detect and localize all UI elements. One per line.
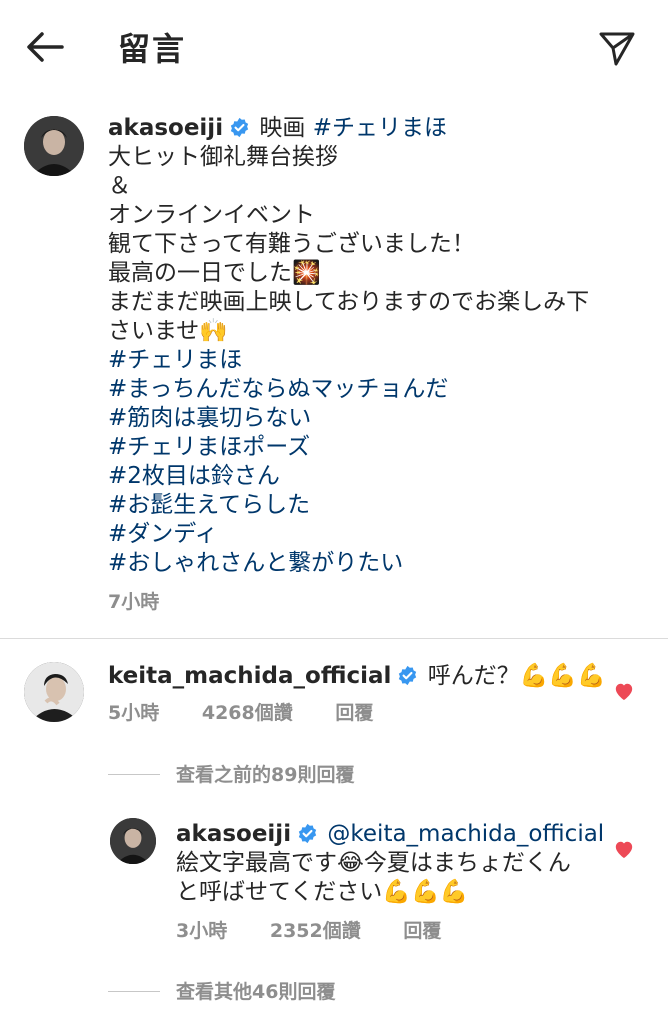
post-username[interactable]: akasoeiji: [108, 115, 223, 141]
divider: [108, 774, 160, 775]
hashtag-link[interactable]: #お髭生えてらした: [108, 491, 648, 520]
caption-line: オンラインイベント: [108, 202, 315, 228]
like-count[interactable]: 2352個讚: [270, 920, 361, 942]
verified-badge-icon: [229, 117, 250, 138]
reply-text-line: 絵文字最高です😂今夏はまちょだくん: [176, 850, 571, 876]
hashtag-link[interactable]: #2枚目は鈴さん: [108, 462, 648, 491]
hashtag-link[interactable]: #チェリまほポーズ: [108, 433, 648, 462]
comment-username[interactable]: keita_machida_official: [108, 663, 391, 689]
comment-text: 呼んだ？💪💪💪: [427, 663, 606, 689]
heart-icon[interactable]: [613, 681, 635, 701]
avatar[interactable]: [24, 116, 84, 176]
avatar[interactable]: [24, 662, 84, 722]
view-more-replies-label: 查看其他46則回覆: [176, 981, 336, 1003]
reply-username[interactable]: akasoeiji: [176, 821, 291, 847]
mention-link[interactable]: @keita_machida_official: [327, 821, 604, 847]
hashtag-link[interactable]: #チェリまほ: [313, 115, 447, 141]
view-previous-replies[interactable]: 查看之前的89則回覆: [108, 760, 354, 787]
comment-timestamp: 5小時: [108, 702, 160, 724]
page-title: 留言: [118, 30, 187, 68]
verified-badge-icon: [297, 823, 318, 844]
caption-line: ＆: [108, 173, 131, 199]
reply-timestamp: 3小時: [176, 920, 228, 942]
hashtag-link[interactable]: #ダンディ: [108, 520, 648, 549]
post-caption: akasoeiji 映画 #チェリまほ 大ヒット御礼舞台挨拶 ＆ オンラインイベ…: [108, 114, 648, 617]
top-bar: 留言: [0, 0, 668, 92]
view-previous-replies-label: 查看之前的89則回覆: [176, 764, 355, 786]
caption-line: まだまだ映画上映しておりますのでお楽しみ下: [108, 289, 590, 315]
post-timestamp: 7小時: [108, 591, 160, 613]
comment: keita_machida_official 呼んだ？💪💪💪 5小時 4268個…: [108, 662, 608, 728]
caption-line: さいませ🙌: [108, 318, 228, 344]
divider: [108, 991, 160, 992]
caption-text: 映画: [259, 115, 306, 141]
reply-comment: akasoeiji @keita_machida_official 絵文字最高で…: [176, 820, 606, 946]
hashtag-link[interactable]: #おしゃれさんと繋がりたい: [108, 549, 648, 578]
reply-button[interactable]: 回覆: [403, 920, 441, 942]
caption-line: 最高の一日でした🎇: [108, 260, 321, 286]
caption-line: 大ヒット御礼舞台挨拶: [108, 144, 338, 170]
avatar[interactable]: [110, 818, 156, 864]
reply-button[interactable]: 回覆: [335, 702, 373, 724]
hashtag-link[interactable]: #筋肉は裏切らない: [108, 404, 648, 433]
heart-icon[interactable]: [613, 839, 635, 859]
divider: [0, 638, 668, 639]
hashtag-link[interactable]: #チェリまほ: [108, 346, 648, 375]
send-icon[interactable]: [596, 26, 638, 68]
caption-line: 観て下さって有難うございました！: [108, 231, 475, 257]
back-arrow-icon[interactable]: [24, 26, 66, 68]
verified-badge-icon: [397, 665, 418, 686]
like-count[interactable]: 4268個讚: [202, 702, 293, 724]
reply-text-line: と呼ばせてください💪💪💪: [176, 879, 469, 905]
hashtag-link[interactable]: #まっちんだならぬマッチョんだ: [108, 375, 648, 404]
view-more-replies[interactable]: 查看其他46則回覆: [108, 977, 335, 1004]
